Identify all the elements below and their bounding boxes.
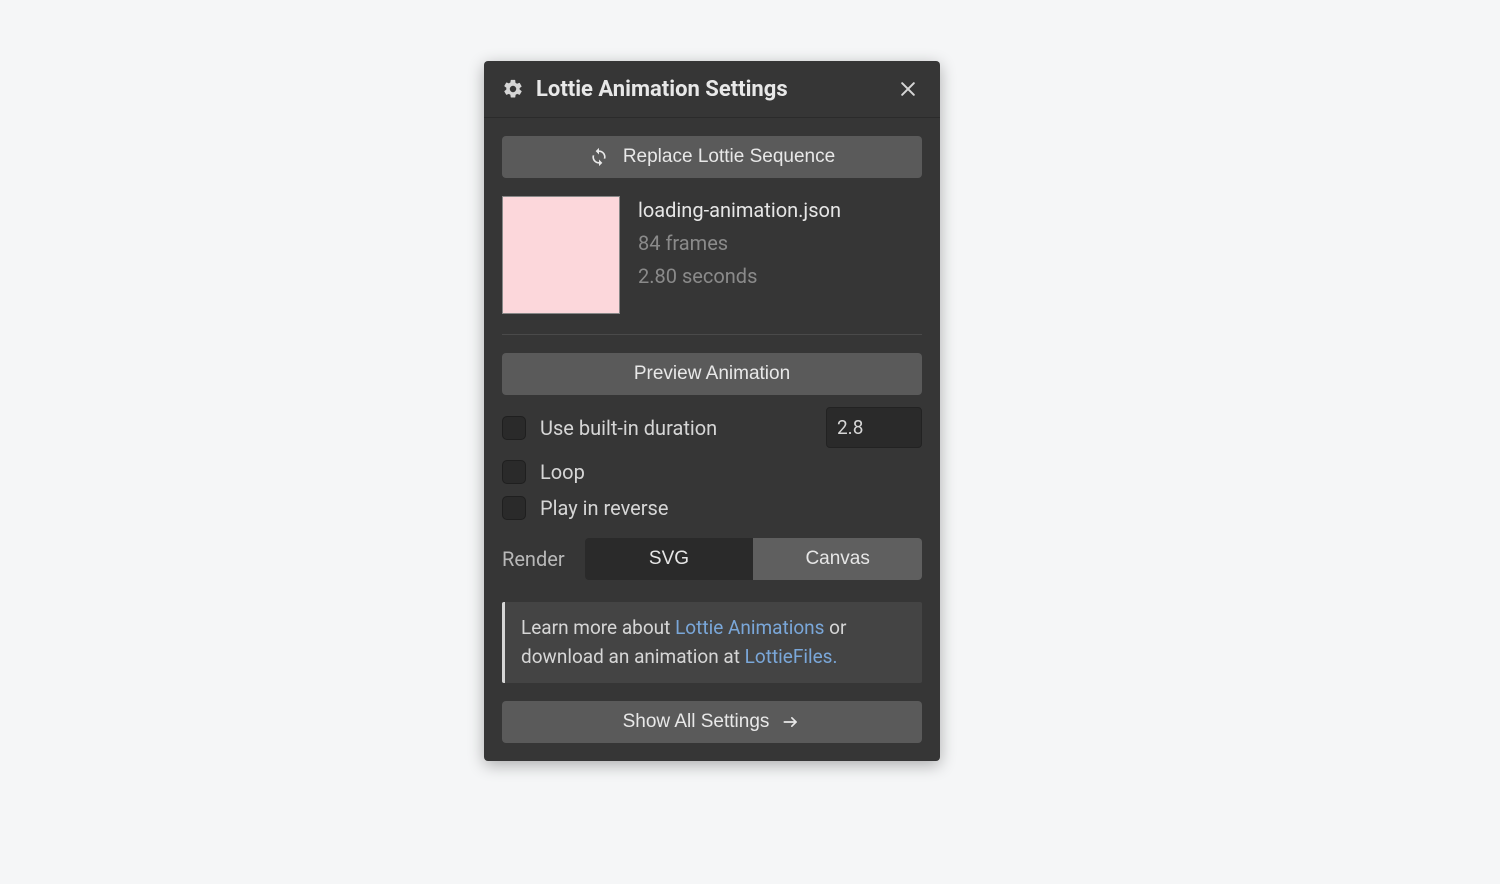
file-duration: 2.80 seconds <box>638 262 841 291</box>
file-info-row: loading-animation.json 84 frames 2.80 se… <box>502 196 922 335</box>
file-frames: 84 frames <box>638 229 841 258</box>
preview-section: Preview Animation Use built-in duration … <box>502 353 922 743</box>
panel-body: Replace Lottie Sequence loading-animatio… <box>484 118 940 761</box>
lottie-settings-panel: Lottie Animation Settings Replace Lottie… <box>484 61 940 761</box>
builtin-duration-row: Use built-in duration <box>502 407 922 448</box>
replace-sequence-button[interactable]: Replace Lottie Sequence <box>502 136 922 178</box>
render-option-canvas[interactable]: Canvas <box>753 538 922 580</box>
panel-header: Lottie Animation Settings <box>484 61 940 118</box>
loop-label: Loop <box>540 460 585 484</box>
panel-title: Lottie Animation Settings <box>536 77 894 102</box>
reverse-row: Play in reverse <box>502 496 922 520</box>
refresh-icon <box>589 147 609 167</box>
info-callout: Learn more about Lottie Animations or do… <box>502 602 922 683</box>
render-row: Render SVG Canvas <box>502 538 922 580</box>
arrow-right-icon <box>781 712 801 732</box>
reverse-label: Play in reverse <box>540 496 668 520</box>
loop-checkbox[interactable] <box>502 460 526 484</box>
lottie-animations-link[interactable]: Lottie Animations <box>675 616 824 639</box>
replace-sequence-label: Replace Lottie Sequence <box>623 146 835 168</box>
file-name: loading-animation.json <box>638 196 841 225</box>
close-button[interactable] <box>894 75 922 103</box>
close-icon <box>898 79 918 99</box>
builtin-duration-label: Use built-in duration <box>540 416 717 440</box>
file-meta: loading-animation.json 84 frames 2.80 se… <box>638 196 841 314</box>
file-thumbnail <box>502 196 620 314</box>
preview-button[interactable]: Preview Animation <box>502 353 922 395</box>
gear-icon <box>502 78 524 100</box>
render-segmented-control: SVG Canvas <box>585 538 922 580</box>
duration-input[interactable] <box>826 407 922 448</box>
preview-button-label: Preview Animation <box>634 363 790 385</box>
show-all-settings-label: Show All Settings <box>623 711 770 733</box>
reverse-checkbox[interactable] <box>502 496 526 520</box>
render-label: Render <box>502 547 565 571</box>
builtin-duration-checkbox[interactable] <box>502 416 526 440</box>
render-option-svg[interactable]: SVG <box>585 538 754 580</box>
show-all-settings-button[interactable]: Show All Settings <box>502 701 922 743</box>
callout-prefix: Learn more about <box>521 616 675 639</box>
lottiefiles-link[interactable]: LottieFiles. <box>745 645 838 668</box>
loop-row: Loop <box>502 460 922 484</box>
